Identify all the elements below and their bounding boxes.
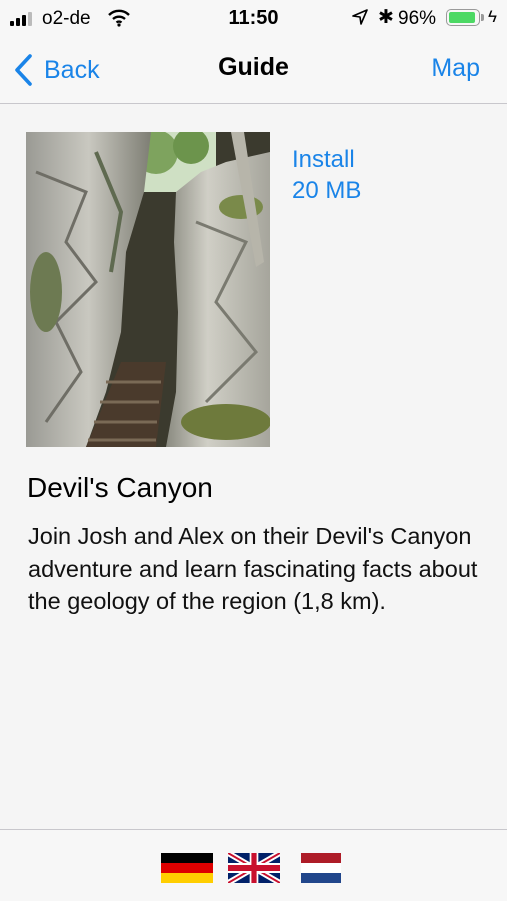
battery-percent: 96% <box>398 8 437 29</box>
download-size: 20 MB <box>292 177 362 204</box>
wifi-icon <box>108 9 130 27</box>
back-button[interactable]: Back <box>12 50 100 90</box>
battery-cap <box>481 14 484 21</box>
install-button[interactable]: Install 20 MB <box>292 144 361 206</box>
uk-flag-icon[interactable] <box>228 853 280 883</box>
location-arrow-icon <box>352 9 368 25</box>
install-label: Install <box>292 146 355 173</box>
guide-photo <box>26 132 270 447</box>
german-flag-icon[interactable] <box>161 853 213 883</box>
signal-icon <box>10 12 36 26</box>
bluetooth-icon: ✱ <box>378 7 394 28</box>
carrier-name: o2-de <box>42 8 91 29</box>
battery-icon <box>446 9 480 26</box>
battery-level <box>449 12 475 23</box>
status-bar: o2-de 11:50 ✱ 96% ϟ <box>0 0 507 40</box>
guide-title: Devil's Canyon <box>27 472 213 503</box>
language-bar <box>0 829 507 901</box>
map-button[interactable]: Map <box>431 54 480 83</box>
dutch-flag-icon[interactable] <box>301 853 341 883</box>
back-label: Back <box>44 55 100 84</box>
guide-description: Join Josh and Alex on their Devil's Cany… <box>28 523 478 614</box>
charging-bolt-icon: ϟ <box>488 7 497 26</box>
chevron-left-icon <box>15 54 32 86</box>
navigation-bar: Back Guide Map <box>0 40 507 104</box>
